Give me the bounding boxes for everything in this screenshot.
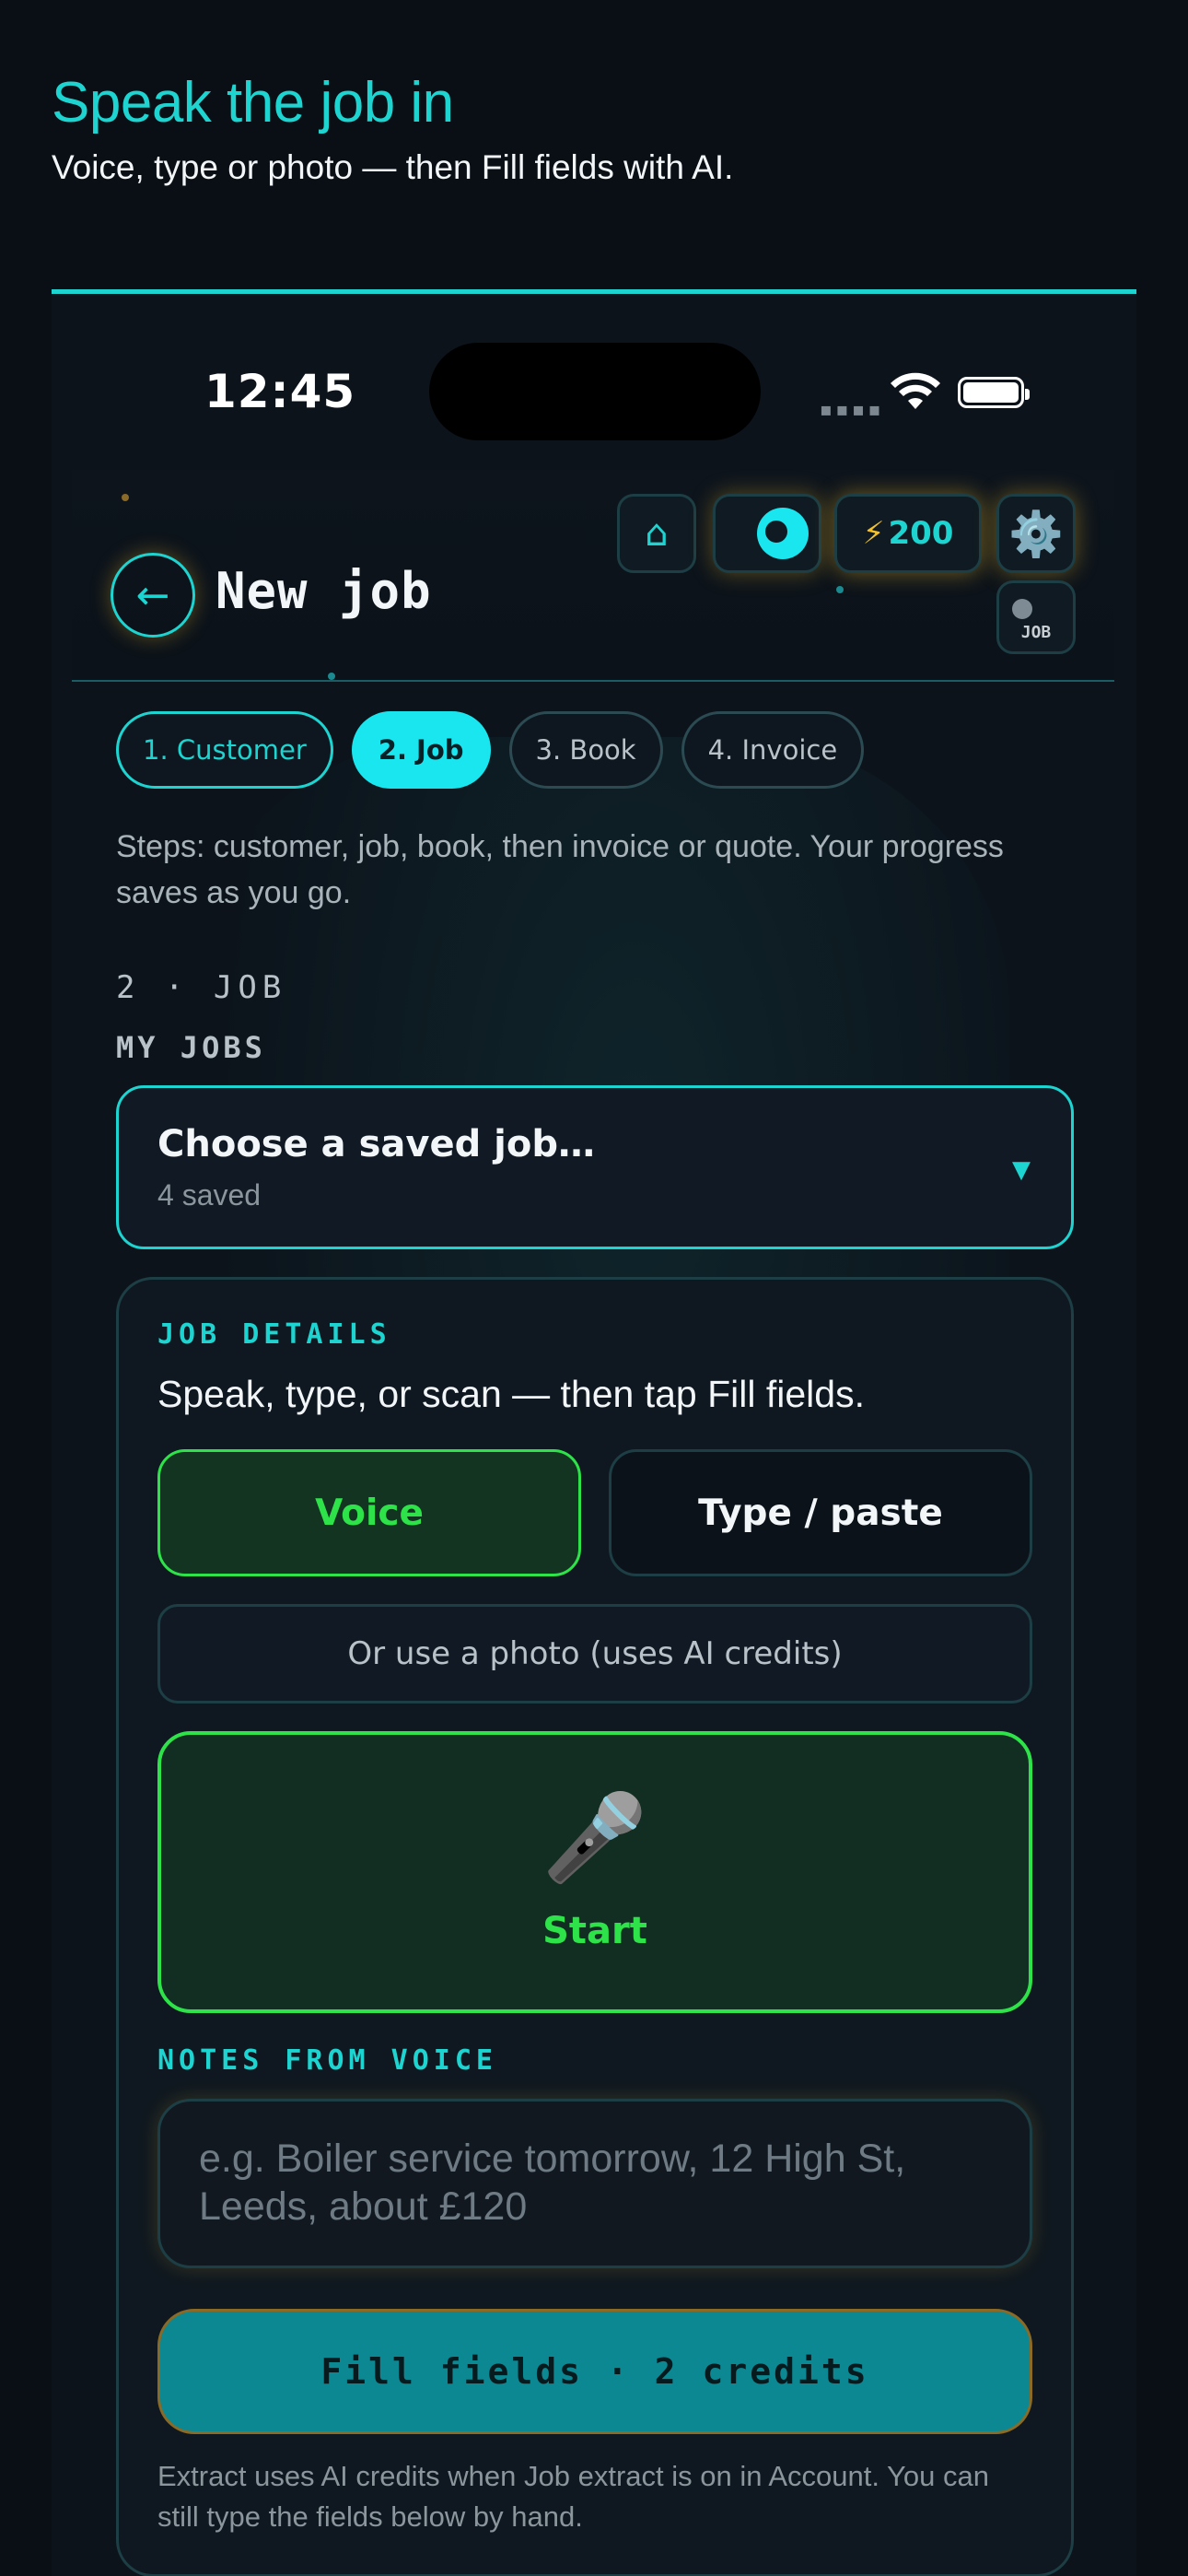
steps-help-text: Steps: customer, job, book, then invoice…	[116, 829, 1004, 910]
decor-dot	[122, 494, 129, 501]
job-details-eyebrow: JOB DETAILS	[157, 1318, 391, 1351]
theme-toggle[interactable]	[713, 494, 821, 573]
decor-dot	[328, 673, 335, 680]
type-paste-tab[interactable]: Type / paste	[609, 1449, 1032, 1576]
stepper: 1. Customer 2. Job 3. Book 4. Invoice	[116, 711, 1074, 789]
start-label: Start	[542, 1910, 647, 1952]
hero-subtitle: Voice, type or photo — then Fill fields …	[52, 148, 734, 186]
job-toggle[interactable]: JOB	[996, 580, 1076, 654]
credits-button[interactable]: ⚡ 200	[834, 494, 982, 573]
notes-label: NOTES FROM VOICE	[157, 2044, 497, 2077]
dynamic-island	[429, 343, 761, 440]
step-customer[interactable]: 1. Customer	[116, 711, 333, 789]
microphone-icon: 🎤	[542, 1788, 648, 1887]
saved-job-value: Choose a saved job…	[157, 1123, 595, 1165]
arrow-left-icon: ←	[135, 571, 170, 619]
gear-icon: ⚙️	[1008, 508, 1064, 560]
signal-icon: ▪▪▪▪	[820, 398, 885, 420]
saved-job-count: 4 saved	[157, 1178, 262, 1212]
photo-button[interactable]: Or use a photo (uses AI credits)	[157, 1604, 1032, 1704]
section-eyebrow: 2 · JOB	[116, 969, 287, 1006]
credits-footnote: Extract uses AI credits when Job extract…	[157, 2460, 989, 2533]
saved-job-select[interactable]: Choose a saved job… 4 saved ▼	[116, 1085, 1074, 1249]
phone-frame: 12:45 ▪▪▪▪ ← New job ⌂ ⚡ 200 ⚙️ JOB 1. C…	[52, 295, 1136, 2576]
notes-field-container	[157, 2099, 1032, 2268]
lightning-icon: ⚡	[862, 515, 885, 552]
status-time: 12:45	[204, 365, 356, 418]
my-jobs-label: MY JOBS	[116, 1030, 266, 1065]
voice-start-button[interactable]: 🎤 Start	[157, 1731, 1032, 2013]
app-header: ← New job ⌂ ⚡ 200 ⚙️ JOB	[72, 470, 1114, 682]
home-button[interactable]: ⌂	[617, 494, 696, 573]
wifi-icon	[891, 372, 940, 409]
fill-fields-button[interactable]: Fill fields · 2 credits	[157, 2309, 1032, 2434]
decor-dot	[836, 586, 844, 593]
step-job[interactable]: 2. Job	[351, 711, 491, 789]
hero-divider	[52, 289, 1136, 294]
toggle-knob	[1012, 598, 1032, 619]
step-invoice[interactable]: 4. Invoice	[681, 711, 865, 789]
back-button[interactable]: ←	[111, 553, 195, 638]
battery-icon	[958, 377, 1030, 408]
hero-title: Speak the job in	[52, 71, 454, 135]
hero: Speak the job in Voice, type or photo — …	[52, 70, 1138, 187]
notes-input[interactable]	[199, 2135, 991, 2232]
job-details-card: JOB DETAILS Speak, type, or scan — then …	[116, 1277, 1074, 2576]
main-content: 1. Customer 2. Job 3. Book 4. Invoice St…	[116, 711, 1074, 2576]
caret-down-icon: ▼	[1012, 1156, 1031, 1184]
step-book[interactable]: 3. Book	[508, 711, 663, 789]
page-title: New job	[215, 562, 432, 620]
credits-count: 200	[888, 515, 954, 552]
voice-tab[interactable]: Voice	[157, 1449, 581, 1576]
job-details-subtitle: Speak, type, or scan — then tap Fill fie…	[157, 1373, 865, 1415]
input-mode-tabs: Voice Type / paste	[157, 1449, 1032, 1576]
moon-icon	[757, 508, 809, 559]
job-toggle-label: JOB	[1020, 622, 1052, 642]
status-bar: 12:45 ▪▪▪▪	[52, 295, 1136, 470]
home-icon: ⌂	[645, 512, 669, 555]
settings-button[interactable]: ⚙️	[996, 494, 1076, 573]
